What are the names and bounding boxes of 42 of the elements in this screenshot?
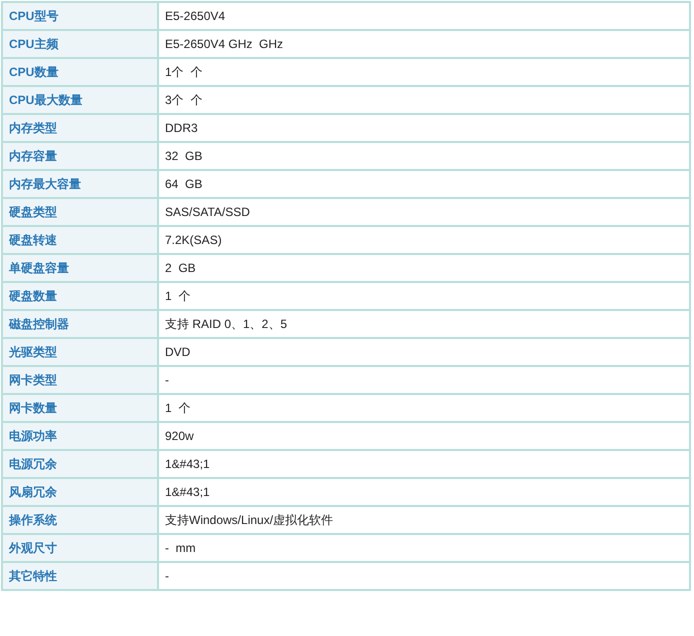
spec-label: CPU数量 [2,58,158,86]
spec-value: - [158,562,690,590]
spec-value: 7.2K(SAS) [158,226,690,254]
spec-label: 硬盘类型 [2,198,158,226]
spec-value: 3个 个 [158,86,690,114]
spec-value: 1 个 [158,282,690,310]
spec-label: 电源功率 [2,422,158,450]
spec-value: - mm [158,534,690,562]
spec-label: 操作系统 [2,506,158,534]
spec-value: 64 GB [158,170,690,198]
spec-label: 电源冗余 [2,450,158,478]
spec-label: CPU主频 [2,30,158,58]
spec-value: 1&#43;1 [158,478,690,506]
spec-label: 网卡数量 [2,394,158,422]
spec-label: 光驱类型 [2,338,158,366]
spec-label: 其它特性 [2,562,158,590]
spec-label: 内存最大容量 [2,170,158,198]
spec-label: 内存容量 [2,142,158,170]
spec-value: 1 个 [158,394,690,422]
spec-value: DVD [158,338,690,366]
spec-value: E5-2650V4 [158,2,690,30]
spec-label: 磁盘控制器 [2,310,158,338]
spec-value: 支持 RAID 0、1、2、5 [158,310,690,338]
spec-value: E5-2650V4 GHz GHz [158,30,690,58]
spec-value: SAS/SATA/SSD [158,198,690,226]
spec-label: 内存类型 [2,114,158,142]
spec-label: 硬盘转速 [2,226,158,254]
spec-value: - [158,366,690,394]
spec-value: 920w [158,422,690,450]
spec-value: 1个 个 [158,58,690,86]
spec-value: 32 GB [158,142,690,170]
spec-value: 2 GB [158,254,690,282]
spec-label: 单硬盘容量 [2,254,158,282]
spec-label: CPU最大数量 [2,86,158,114]
spec-value: 1&#43;1 [158,450,690,478]
spec-value: DDR3 [158,114,690,142]
spec-label: 风扇冗余 [2,478,158,506]
spec-label: CPU型号 [2,2,158,30]
spec-label: 网卡类型 [2,366,158,394]
spec-label: 外观尺寸 [2,534,158,562]
spec-value: 支持Windows/Linux/虚拟化软件 [158,506,690,534]
spec-label: 硬盘数量 [2,282,158,310]
